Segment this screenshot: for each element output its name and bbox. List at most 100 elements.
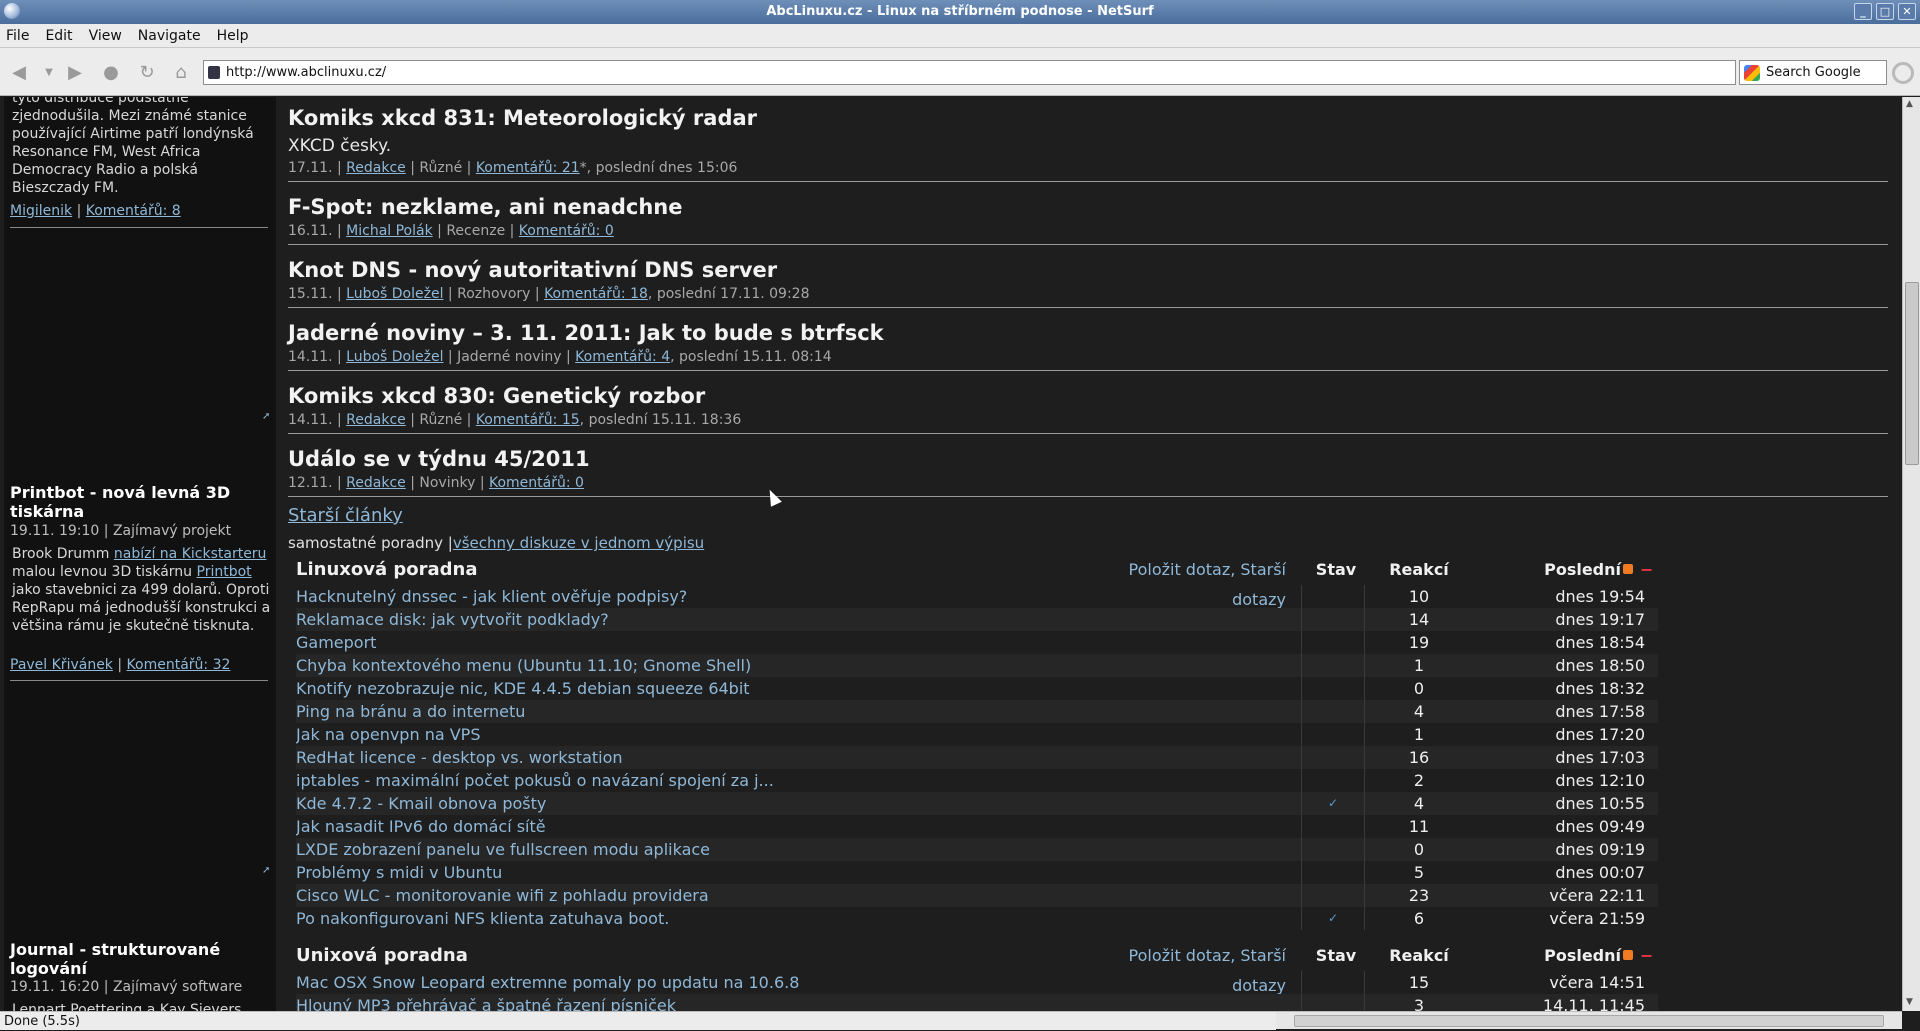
close-window-button[interactable]: ✕ xyxy=(1898,3,1916,20)
menu-help[interactable]: Help xyxy=(217,28,249,44)
article-comments-link[interactable]: Komentářů: 18 xyxy=(544,286,648,302)
question-link[interactable]: Mac OSX Snow Leopard extremne pomaly po … xyxy=(296,971,1296,994)
sidebar-news-title[interactable]: Printbot - nová levná 3D tiskárna xyxy=(10,483,274,521)
menu-view[interactable]: View xyxy=(89,28,122,44)
table-row: Hacknutelný dnssec - jak klient ověřuje … xyxy=(296,585,1658,608)
column-header-state: Stav xyxy=(1315,946,1357,965)
question-link[interactable]: RedHat licence - desktop vs. workstation xyxy=(296,746,1296,769)
article-title[interactable]: Komiks xkcd 831: Meteorologický radar xyxy=(288,105,1888,131)
sidebar-news-author-link[interactable]: Migilenik xyxy=(10,203,72,219)
scrollbar-thumb[interactable] xyxy=(1905,282,1919,465)
horizontal-scrollbar[interactable] xyxy=(1276,1011,1902,1029)
back-icon[interactable]: ◀ xyxy=(8,62,30,84)
last-reply-time: dnes 09:19 xyxy=(1555,840,1645,859)
replies-count: 3 xyxy=(1413,996,1425,1011)
replies-count: 1 xyxy=(1413,656,1425,675)
stop-icon[interactable]: ● xyxy=(100,62,122,84)
replies-count: 19 xyxy=(1408,633,1430,652)
article-comments-link[interactable]: Komentářů: 15 xyxy=(476,412,580,428)
rss-icon[interactable] xyxy=(1623,950,1633,960)
url-input[interactable]: http://www.abclinuxu.cz/ xyxy=(203,60,1736,85)
article-author-link[interactable]: Luboš Doležel xyxy=(346,286,443,302)
sidebar-news-comments-link[interactable]: Komentářů: 32 xyxy=(127,657,231,673)
question-link[interactable]: Jak nasadit IPv6 do domácí sítě xyxy=(296,815,1296,838)
scroll-up-icon[interactable]: ▲ xyxy=(1906,99,1913,109)
sidebar-news-comments-link[interactable]: Komentářů: 8 xyxy=(86,203,181,219)
question-link[interactable]: Knotify nezobrazuje nic, KDE 4.4.5 debia… xyxy=(296,677,1296,700)
scroll-down-icon[interactable]: ▼ xyxy=(1906,997,1913,1007)
question-link[interactable]: Chyba kontextového menu (Ubuntu 11.10; G… xyxy=(296,654,1296,677)
collapse-icon[interactable]: − xyxy=(1640,941,1653,971)
question-link[interactable]: Ping na bránu a do internetu xyxy=(296,700,1296,723)
table-row: Mac OSX Snow Leopard extremne pomaly po … xyxy=(296,971,1658,994)
question-link[interactable]: Hacknutelný dnssec - jak klient ověřuje … xyxy=(296,585,1296,608)
maximize-button[interactable]: □ xyxy=(1876,3,1894,20)
divider xyxy=(288,244,1888,245)
article-author-link[interactable]: Michal Polák xyxy=(346,223,433,239)
question-link[interactable]: Hlouný MP3 přehrávač a špatné řazení pís… xyxy=(296,994,1296,1011)
article-author-link[interactable]: Redakce xyxy=(346,475,406,491)
history-dropdown-icon[interactable]: ▼ xyxy=(38,62,60,84)
article-title[interactable]: Komiks xkcd 830: Genetický rozbor xyxy=(288,383,1888,409)
question-link[interactable]: Cisco WLC - monitorovanie wifi z pohladu… xyxy=(296,884,1296,907)
solved-check-icon xyxy=(1301,723,1365,746)
article-item: Komiks xkcd 831: Meteorologický radar XK… xyxy=(288,105,1888,182)
minimize-button[interactable]: _ xyxy=(1854,3,1872,20)
older-articles-link[interactable]: Starší články xyxy=(288,505,403,526)
question-link[interactable]: iptables - maximální počet pokusů o navá… xyxy=(296,769,1296,792)
table-row: Reklamace disk: jak vytvořit podklady? 14… xyxy=(296,608,1658,631)
column-header-replies: Reakcí xyxy=(1389,946,1449,965)
solved-check-icon xyxy=(1301,815,1365,838)
article-author-link[interactable]: Redakce xyxy=(346,160,406,176)
article-meta: 17.11. | Redakce | Různé | Komentářů: 21… xyxy=(288,160,738,176)
article-comments-link[interactable]: Komentářů: 0 xyxy=(489,475,584,491)
vertical-scrollbar[interactable]: ▲ ▼ xyxy=(1902,97,1920,1011)
kickstarter-link[interactable]: nabízí na Kickstarteru xyxy=(114,546,267,562)
question-link[interactable]: Problémy s midi v Ubuntu xyxy=(296,861,1296,884)
article-title[interactable]: Událo se v týdnu 45/2011 xyxy=(288,446,1888,472)
replies-count: 1 xyxy=(1413,725,1425,744)
last-reply-time: dnes 18:50 xyxy=(1555,656,1645,675)
rss-icon[interactable] xyxy=(1623,564,1633,574)
question-link[interactable]: Jak na openvpn na VPS xyxy=(296,723,1296,746)
article-title[interactable]: Jaderné noviny – 3. 11. 2011: Jak to bud… xyxy=(288,320,1888,346)
google-icon xyxy=(1744,65,1760,81)
question-link[interactable]: Gameport xyxy=(296,631,1296,654)
divider xyxy=(288,307,1888,308)
scrollbar-thumb[interactable] xyxy=(1294,1015,1884,1027)
sidebar-news-title[interactable]: Journal - strukturované logování xyxy=(10,940,274,978)
article-item: Knot DNS - nový autoritativní DNS server… xyxy=(288,257,1888,308)
home-icon[interactable]: ⌂ xyxy=(170,62,192,84)
printbot-link[interactable]: Printbot xyxy=(197,564,252,580)
article-author-link[interactable]: Redakce xyxy=(346,412,406,428)
article-meta: 14.11. | Luboš Doležel | Jaderné noviny … xyxy=(288,349,832,365)
article-comments-link[interactable]: Komentářů: 21 xyxy=(476,160,580,176)
article-author-link[interactable]: Luboš Doležel xyxy=(346,349,443,365)
collapse-icon[interactable]: − xyxy=(1640,555,1653,585)
menu-file[interactable]: File xyxy=(6,28,29,44)
question-link[interactable]: Reklamace disk: jak vytvořit podklady? xyxy=(296,608,1296,631)
article-title[interactable]: Knot DNS - nový autoritativní DNS server xyxy=(288,257,1888,283)
all-discussions-link[interactable]: všechny diskuze v jednom výpisu xyxy=(453,534,704,552)
question-link[interactable]: LXDE zobrazení panelu ve fullscreen modu… xyxy=(296,838,1296,861)
question-link[interactable]: Kde 4.7.2 - Kmail obnova pošty xyxy=(296,792,1296,815)
last-reply-time: dnes 10:55 xyxy=(1555,794,1645,813)
menu-edit[interactable]: Edit xyxy=(45,28,72,44)
forum-title[interactable]: Unixová poradna xyxy=(296,941,468,971)
status-bar: Done (5.5s) xyxy=(0,1011,1276,1030)
search-input[interactable]: Search Google xyxy=(1739,60,1887,85)
solved-check-icon xyxy=(1301,608,1365,631)
reload-icon[interactable]: ↻ xyxy=(136,62,158,84)
replies-count: 5 xyxy=(1413,863,1425,882)
article-comments-link[interactable]: Komentářů: 4 xyxy=(575,349,670,365)
table-row: LXDE zobrazení panelu ve fullscreen modu… xyxy=(296,838,1658,861)
question-link[interactable]: Po nakonfigurovani NFS klienta zatuhava … xyxy=(296,907,1296,930)
replies-count: 15 xyxy=(1408,973,1430,992)
menu-navigate[interactable]: Navigate xyxy=(138,28,201,44)
forum-title[interactable]: Linuxová poradna xyxy=(296,555,478,585)
forward-icon[interactable]: ▶ xyxy=(64,62,86,84)
article-title[interactable]: F-Spot: nezklame, ani nenadchne xyxy=(288,194,1888,220)
sidebar-news-author-link[interactable]: Pavel Křivánek xyxy=(10,657,113,673)
article-comments-link[interactable]: Komentářů: 0 xyxy=(519,223,614,239)
replies-count: 10 xyxy=(1408,587,1430,606)
